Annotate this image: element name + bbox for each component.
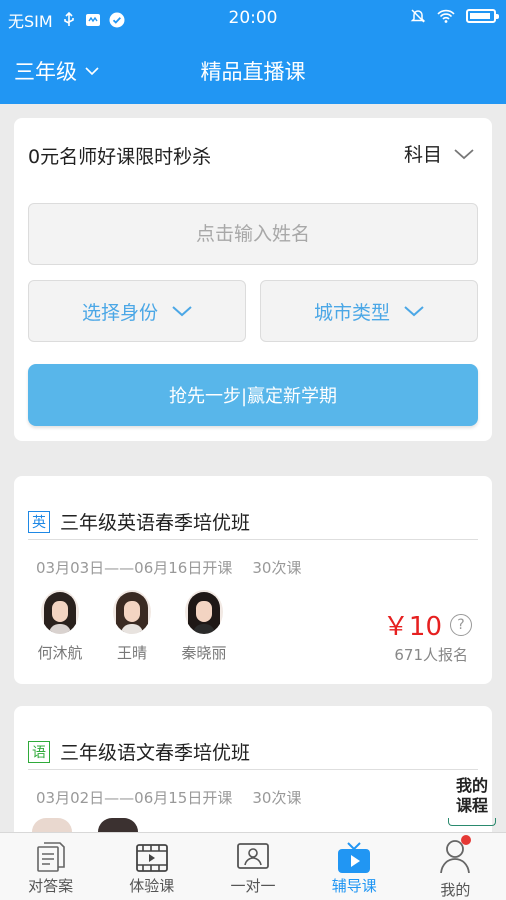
wifi-icon xyxy=(437,9,455,23)
tab-answers[interactable]: 对答案 xyxy=(0,833,101,900)
teacher: 何沐航 xyxy=(34,590,86,663)
tab-trial-class[interactable]: 体验课 xyxy=(101,833,202,900)
book-icon xyxy=(448,818,496,826)
teacher-name: 王晴 xyxy=(116,644,147,662)
promo-title: 0元名师好课限时秒杀 xyxy=(28,146,212,168)
teacher-avatar xyxy=(98,818,138,832)
one-on-one-icon xyxy=(237,843,269,869)
signup-button[interactable]: 抢先一步|赢定新学期 xyxy=(28,364,478,426)
english-badge: 英 xyxy=(28,510,50,533)
page-title: 精品直播课 xyxy=(200,60,306,84)
name-input[interactable] xyxy=(28,203,478,265)
city-type-dropdown[interactable]: 城市类型 xyxy=(260,280,478,342)
chevron-down-icon xyxy=(454,148,474,159)
teacher-name: 何沐航 xyxy=(37,644,83,662)
teacher-avatar xyxy=(41,590,79,634)
course-title: 三年级语文春季培优班 xyxy=(60,742,251,764)
teacher: 王晴 xyxy=(106,590,158,663)
tab-label: 对答案 xyxy=(28,877,74,895)
role-dropdown[interactable]: 选择身份 xyxy=(28,280,246,342)
divider xyxy=(28,769,478,770)
role-label: 选择身份 xyxy=(81,301,158,324)
course-price: ￥10 xyxy=(382,612,442,642)
course-dates: 03月02日——06月15日开课 xyxy=(36,789,233,807)
question-icon[interactable]: ? xyxy=(450,613,472,636)
my-courses-button[interactable]: 我的 课程 xyxy=(446,776,498,828)
answers-icon xyxy=(36,842,65,872)
chevron-down-icon xyxy=(172,306,192,317)
course-sessions: 30次课 xyxy=(252,789,302,807)
tab-label: 一对一 xyxy=(230,877,276,895)
video-icon xyxy=(135,844,168,872)
divider xyxy=(28,539,478,540)
my-courses-line1: 我的 xyxy=(455,776,488,795)
status-bar: 无SIM 20:00 xyxy=(0,0,506,36)
teacher-avatars-partial xyxy=(32,818,138,832)
teacher-avatar xyxy=(113,590,151,634)
chinese-badge: 语 xyxy=(28,740,50,763)
course-card[interactable]: 英 三年级英语春季培优班 03月03日——06月16日开课 30次课 何沐航 王… xyxy=(14,476,492,684)
teacher: 秦晓丽 xyxy=(178,590,230,663)
subject-selector[interactable]: 科目 xyxy=(404,140,474,167)
tab-label: 体验课 xyxy=(129,877,175,895)
promo-card: 0元名师好课限时秒杀 科目 选择身份 城市类型 抢先一步|赢定新学期 xyxy=(14,118,492,441)
course-dates: 03月03日——06月16日开课 xyxy=(36,559,233,577)
chevron-down-icon xyxy=(404,306,424,317)
notification-dot xyxy=(460,835,471,845)
subject-label: 科目 xyxy=(403,144,442,166)
city-type-label: 城市类型 xyxy=(313,301,390,324)
teacher-name: 秦晓丽 xyxy=(181,644,227,662)
tab-tutoring[interactable]: 辅导课 xyxy=(304,833,405,900)
tab-me[interactable]: 我的 xyxy=(405,833,506,900)
tab-one-on-one[interactable]: 一对一 xyxy=(202,833,303,900)
enrolled-count: 671人报名 xyxy=(394,646,468,664)
bottom-tab-bar: 对答案 体验课 一对一 辅导课 我的 xyxy=(0,832,506,900)
teacher-avatar xyxy=(185,590,223,634)
mute-bell-icon xyxy=(410,9,426,23)
tv-play-icon xyxy=(338,842,371,873)
tab-label: 我的 xyxy=(440,881,471,899)
tab-label: 辅导课 xyxy=(331,877,377,895)
course-title: 三年级英语春季培优班 xyxy=(60,512,251,534)
battery-icon xyxy=(466,9,499,23)
my-courses-line2: 课程 xyxy=(455,796,488,815)
teacher-avatar xyxy=(32,818,72,832)
app-header: 三年级 精品直播课 xyxy=(0,36,506,104)
course-sessions: 30次课 xyxy=(252,559,302,577)
